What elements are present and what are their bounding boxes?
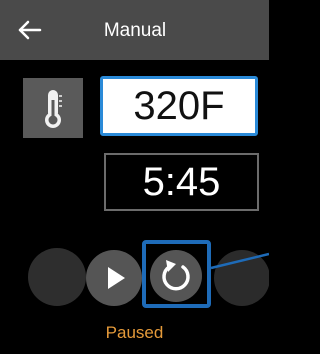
screen: Manual 320F 5:45 Paused <box>0 0 269 354</box>
callout-line <box>210 252 269 270</box>
status-text: Paused <box>105 323 164 342</box>
